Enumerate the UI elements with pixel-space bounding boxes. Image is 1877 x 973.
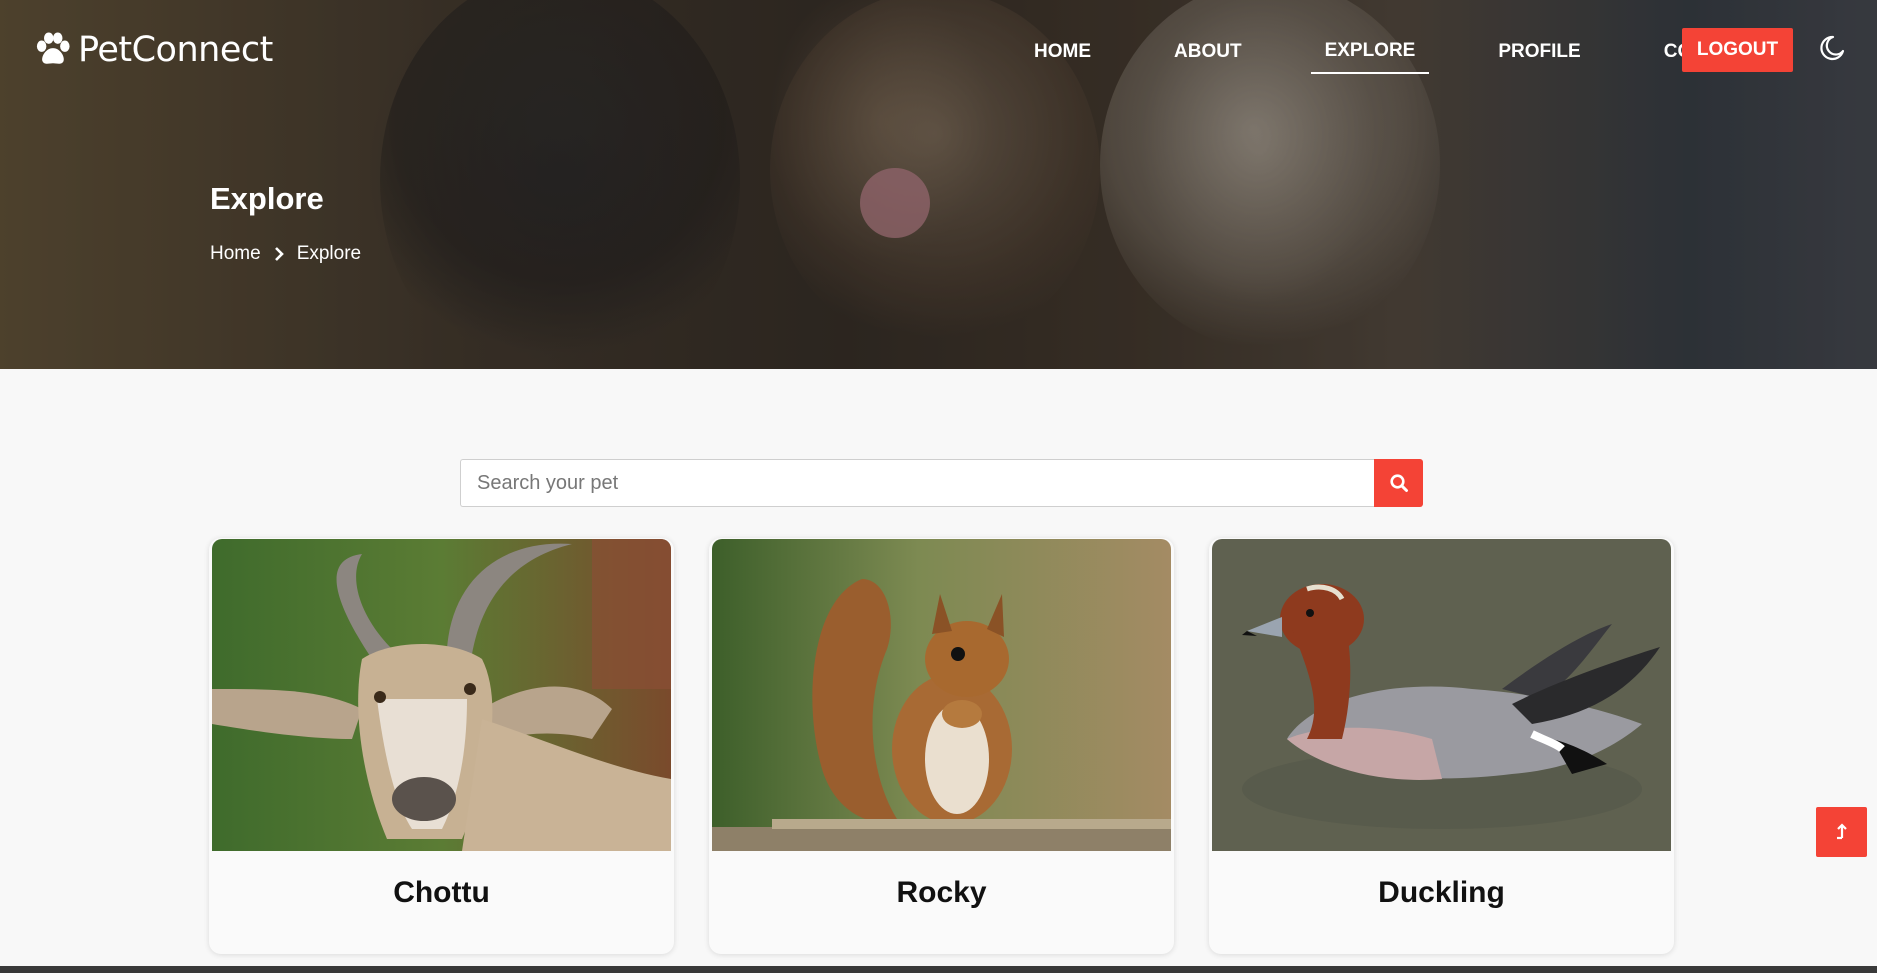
logout-button[interactable]: LOGOUT [1682,28,1793,72]
pet-card[interactable]: Duckling [1209,538,1674,954]
nav-home[interactable]: HOME [1034,41,1105,73]
search-input[interactable] [460,459,1374,507]
search-bar [460,459,1423,507]
search-icon [1389,474,1408,492]
bottom-edge [0,966,1877,973]
pet-name: Rocky [896,876,987,909]
chevron-right-icon [274,247,284,261]
arrow-up-icon [1836,823,1847,840]
brand-logo[interactable]: PetConnect [34,30,273,70]
pet-photo-squirrel [712,539,1171,851]
nav-about[interactable]: ABOUT [1160,41,1256,73]
hero-banner: PetConnect HOME ABOUT EXPLORE PROFILE CO… [0,0,1877,369]
pet-photo-goat [212,539,671,851]
breadcrumb-home[interactable]: Home [210,243,261,265]
pet-card[interactable]: Rocky [709,538,1174,954]
paw-icon [36,32,70,64]
pet-name: Chottu [393,876,490,909]
pet-card[interactable]: Chottu [209,538,674,954]
brand-name: PetConnect [78,30,273,70]
breadcrumb: Home Explore [210,243,361,265]
moon-icon[interactable] [1816,33,1846,63]
pet-photo-duck [1212,539,1671,851]
page-title: Explore [210,181,324,216]
nav-profile[interactable]: PROFILE [1484,41,1594,73]
breadcrumb-current: Explore [296,243,362,264]
main-nav: HOME ABOUT EXPLORE PROFILE CONTACT [1034,40,1769,74]
search-button[interactable] [1374,459,1423,507]
nav-explore[interactable]: EXPLORE [1310,40,1430,74]
scroll-to-top-button[interactable] [1816,807,1867,857]
pet-name: Duckling [1378,876,1505,909]
